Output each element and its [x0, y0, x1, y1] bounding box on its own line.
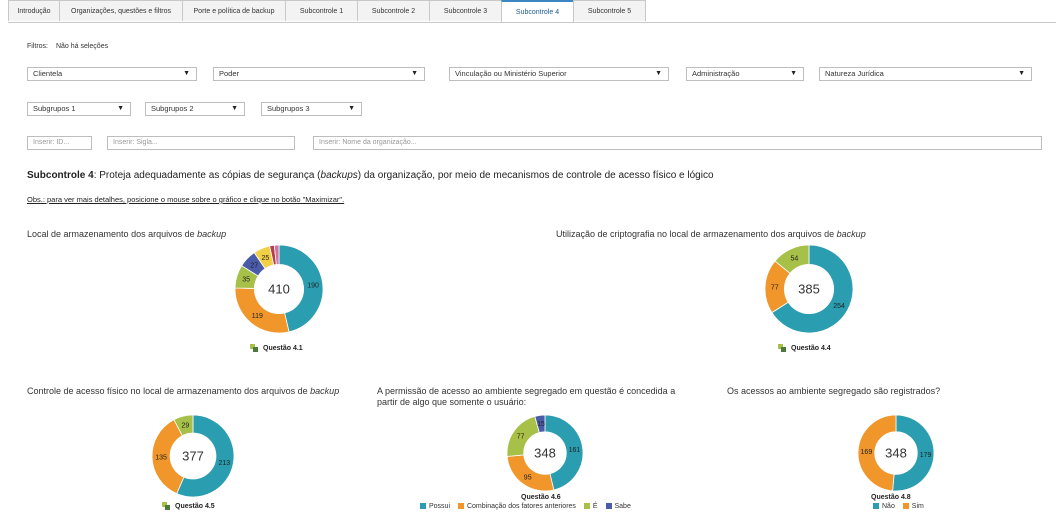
search-sigla-input[interactable]: Inserir: Sigla...	[107, 136, 295, 150]
caption-4-4: Questão 4.4	[778, 344, 831, 352]
tab-organiza-es-quest-es-e-filtros[interactable]: Organizações, questões e filtros	[59, 0, 183, 21]
legend-4-6: Possui Combinação dos fatores anteriores…	[414, 503, 631, 510]
chart-title-4-8: Os acessos ao ambiente segregado são reg…	[727, 386, 941, 396]
dropdown-subgrupos-3[interactable]: Subgrupos 3 ▼	[261, 102, 362, 116]
donut-chart-4-8[interactable]: 179 169 348	[857, 414, 935, 492]
legend-swatch	[902, 503, 909, 510]
subcontrole-heading: Subcontrole 4: Proteja adequadamente as …	[27, 170, 714, 181]
expand-icon[interactable]	[250, 344, 258, 352]
caption-4-6: Questão 4.6	[521, 494, 561, 501]
caption-4-5: Questão 4.5	[162, 502, 215, 510]
slice-label: 77	[771, 284, 779, 291]
donut-chart-4-1[interactable]: 190 119 3527 25 410	[234, 244, 324, 334]
slice-label: 179	[920, 452, 932, 459]
dropdown-subgrupos-2[interactable]: Subgrupos 2 ▼	[145, 102, 245, 116]
donut-chart-4-4[interactable]: 254 77 54 385	[764, 244, 854, 334]
dropdown-poder[interactable]: Poder ▼	[213, 67, 425, 81]
chart-title-4-6: A permissão de acesso ao ambiente segreg…	[377, 386, 676, 407]
expand-icon[interactable]	[778, 344, 786, 352]
tab-subcontrole-5[interactable]: Subcontrole 5	[573, 0, 646, 21]
slice-label: 29	[181, 422, 189, 429]
legend-4-8: Não Sim	[867, 503, 924, 510]
donut-chart-4-5[interactable]: 213 135 29 377	[151, 414, 235, 498]
slice-label: 77	[517, 434, 525, 441]
chart-title-4-1: Local de armazenamento dos arquivos de b…	[27, 229, 227, 239]
slice-label: 54	[790, 255, 798, 262]
slice-label: 161	[569, 447, 581, 454]
slice-label: 169	[861, 449, 873, 456]
search-nome-input[interactable]: Inserir: Nome da organização...	[313, 136, 1042, 150]
subcontrole-label: Subcontrole 4	[27, 170, 94, 181]
tab-subcontrole-2[interactable]: Subcontrole 2	[357, 0, 430, 21]
chevron-down-icon: ▼	[348, 105, 355, 112]
expand-icon[interactable]	[162, 502, 170, 510]
tab-bar: Introdução Organizações, questões e filtr…	[8, 0, 1056, 23]
tab-subcontrole-4[interactable]: Subcontrole 4	[501, 0, 574, 22]
chart-title-4-5: Controle de acesso físico no local de ar…	[27, 386, 340, 396]
slice-label: 15	[537, 421, 545, 428]
legend-swatch	[420, 503, 426, 510]
tab-subcontrole-1[interactable]: Subcontrole 1	[285, 0, 358, 21]
donut-total: 377	[182, 449, 204, 464]
legend-swatch	[583, 503, 590, 510]
dropdown-subgrupos-1[interactable]: Subgrupos 1 ▼	[27, 102, 131, 116]
caption-4-8: Questão 4.8	[871, 494, 911, 501]
legend-swatch	[605, 503, 612, 510]
dropdown-vinculacao[interactable]: Vinculação ou Ministério Superior ▼	[449, 67, 669, 81]
slice-label: 119	[252, 313, 263, 320]
dropdown-clientela[interactable]: Clientela ▼	[27, 67, 197, 81]
chevron-down-icon: ▼	[231, 105, 238, 112]
tab-porte-e-pol-tica-de-backup[interactable]: Porte e política de backup	[182, 0, 286, 21]
chevron-down-icon: ▼	[655, 70, 662, 77]
slice-label: 190	[307, 283, 319, 290]
donut-total: 410	[268, 282, 290, 297]
caption-4-1: Questão 4.1	[250, 344, 303, 352]
donut-total: 348	[885, 446, 907, 461]
legend-swatch	[873, 503, 879, 510]
tab-introdu-o[interactable]: Introdução	[8, 0, 60, 21]
chart-title-4-4: Utilização de criptografia no local de a…	[556, 229, 866, 239]
filters-label: Filtros:	[27, 43, 48, 50]
slice-label: 213	[218, 460, 230, 467]
search-id-input[interactable]: Inserir: ID...	[27, 136, 92, 150]
slice-label: 27	[250, 263, 258, 270]
slice-label: 25	[262, 255, 270, 262]
slice-label: 135	[155, 455, 167, 462]
chevron-down-icon: ▼	[411, 70, 418, 77]
slice-label: 254	[833, 303, 845, 310]
slice-label: 35	[242, 277, 250, 284]
filters-value: Não há seleções	[55, 43, 109, 50]
dropdown-natureza-juridica[interactable]: Natureza Jurídica ▼	[819, 67, 1032, 81]
chevron-down-icon: ▼	[1018, 70, 1025, 77]
donut-total: 348	[534, 446, 556, 461]
chevron-down-icon: ▼	[183, 70, 190, 77]
legend-swatch	[457, 503, 464, 510]
dropdown-administracao[interactable]: Administração ▼	[686, 67, 804, 81]
tab-subcontrole-3[interactable]: Subcontrole 3	[429, 0, 502, 21]
chevron-down-icon: ▼	[117, 105, 124, 112]
donut-chart-4-6[interactable]: 161 95 77 15 348	[506, 414, 584, 492]
filters-summary: Filtros: Não há seleções	[27, 43, 108, 50]
chevron-down-icon: ▼	[790, 70, 797, 77]
donut-total: 385	[798, 282, 820, 297]
obs-note: Obs.: para ver mais detalhes, posicione …	[27, 195, 345, 204]
slice-label: 95	[524, 475, 532, 482]
